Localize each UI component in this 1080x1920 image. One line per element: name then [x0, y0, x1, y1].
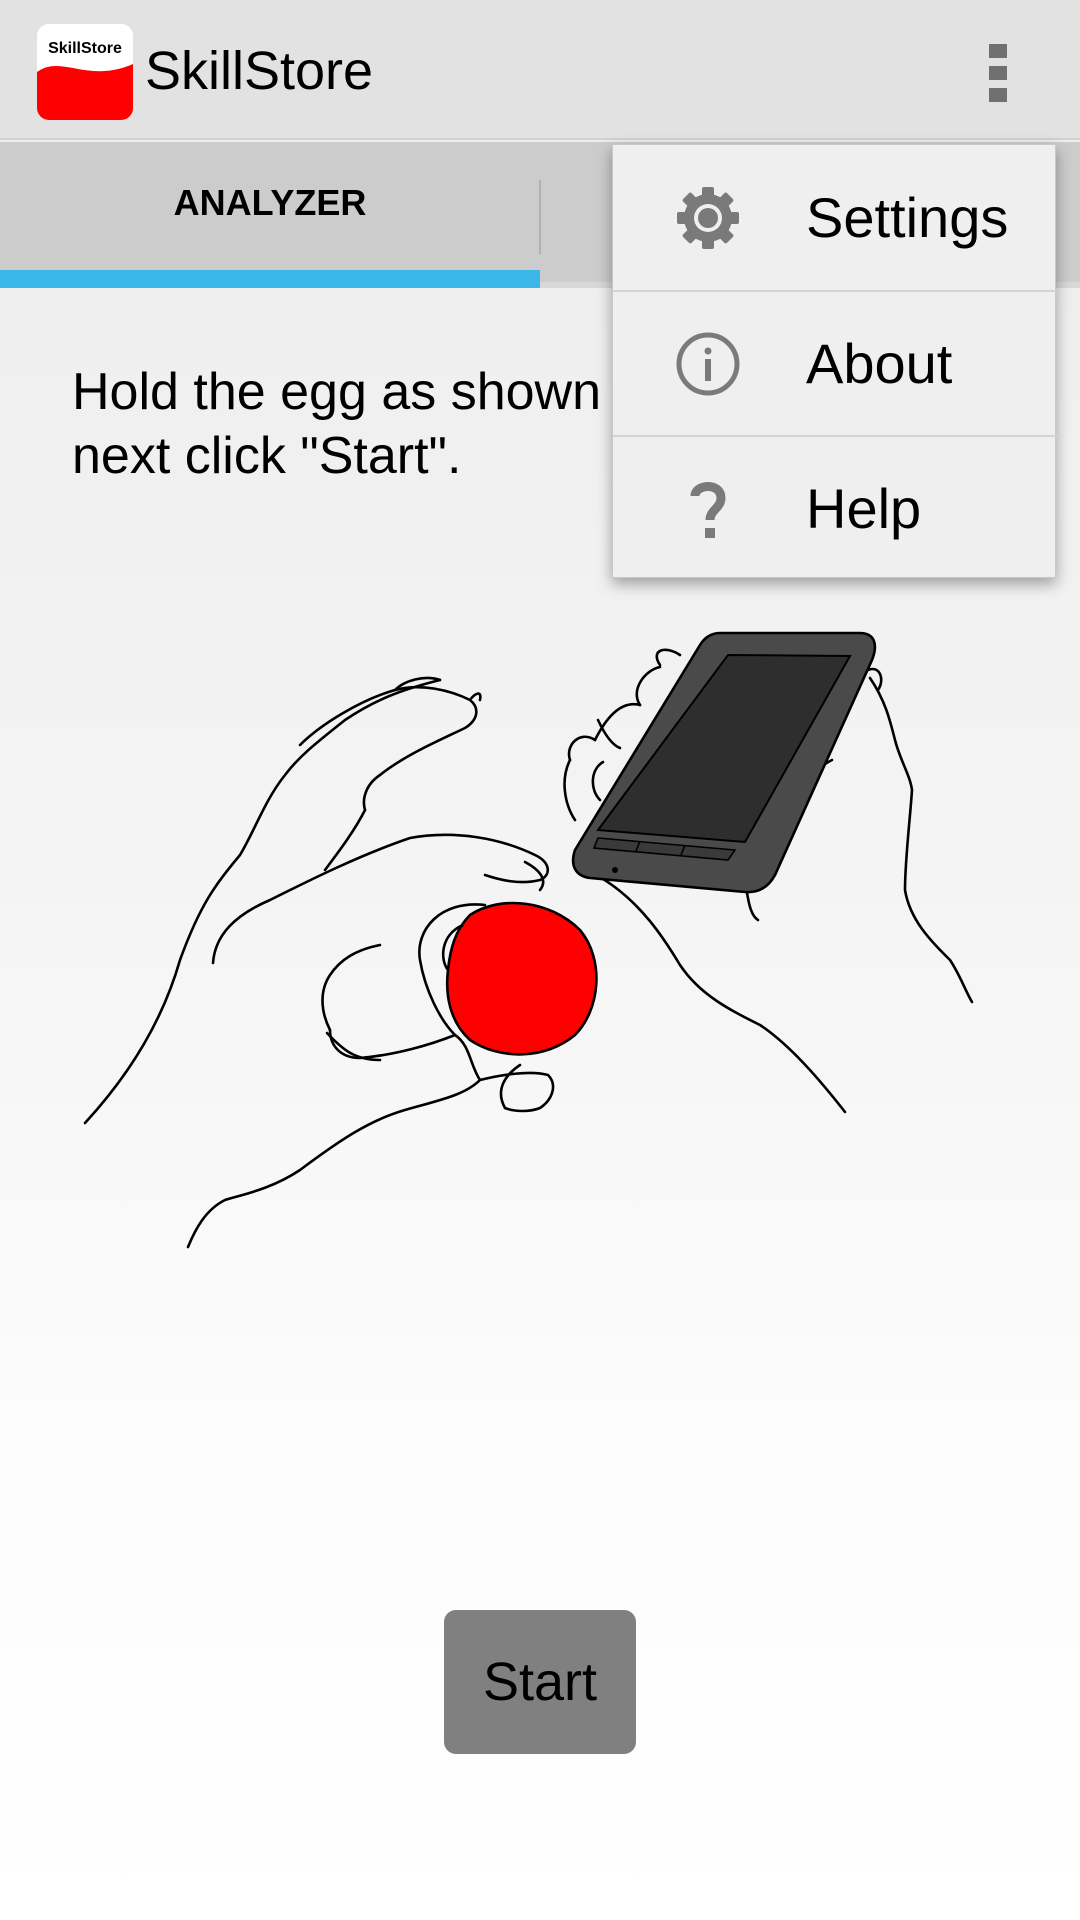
app-title: SkillStore — [145, 41, 374, 101]
gear-icon — [677, 186, 739, 249]
overflow-popup-menu: Settings About Help — [612, 144, 1057, 580]
tab-analyzer-label: ANALYZER — [173, 182, 367, 223]
question-icon — [690, 481, 726, 538]
info-icon — [676, 332, 740, 395]
skillstore-logo-icon: SkillStore — [37, 24, 133, 120]
app-screen: SkillStore SkillStore ANALYZER Hold the … — [0, 0, 1080, 1920]
menu-item-help[interactable]: Help — [613, 435, 1057, 580]
action-bar: SkillStore SkillStore — [0, 0, 1080, 140]
start-button[interactable]: Start — [444, 1610, 636, 1754]
logo-text: SkillStore — [48, 40, 122, 57]
menu-label-help: Help — [806, 477, 922, 540]
tab-analyzer[interactable]: ANALYZER — [0, 142, 540, 288]
egg — [445, 901, 598, 1056]
menu-item-about[interactable]: About — [613, 290, 1057, 435]
menu-label-settings: Settings — [806, 186, 1009, 249]
overflow-menu-button[interactable] — [978, 40, 1018, 110]
tab-selected-indicator — [0, 270, 540, 288]
menu-label-about: About — [806, 332, 953, 395]
egg-holding-illustration — [83, 631, 974, 1249]
menu-item-settings[interactable]: Settings — [613, 145, 1057, 290]
